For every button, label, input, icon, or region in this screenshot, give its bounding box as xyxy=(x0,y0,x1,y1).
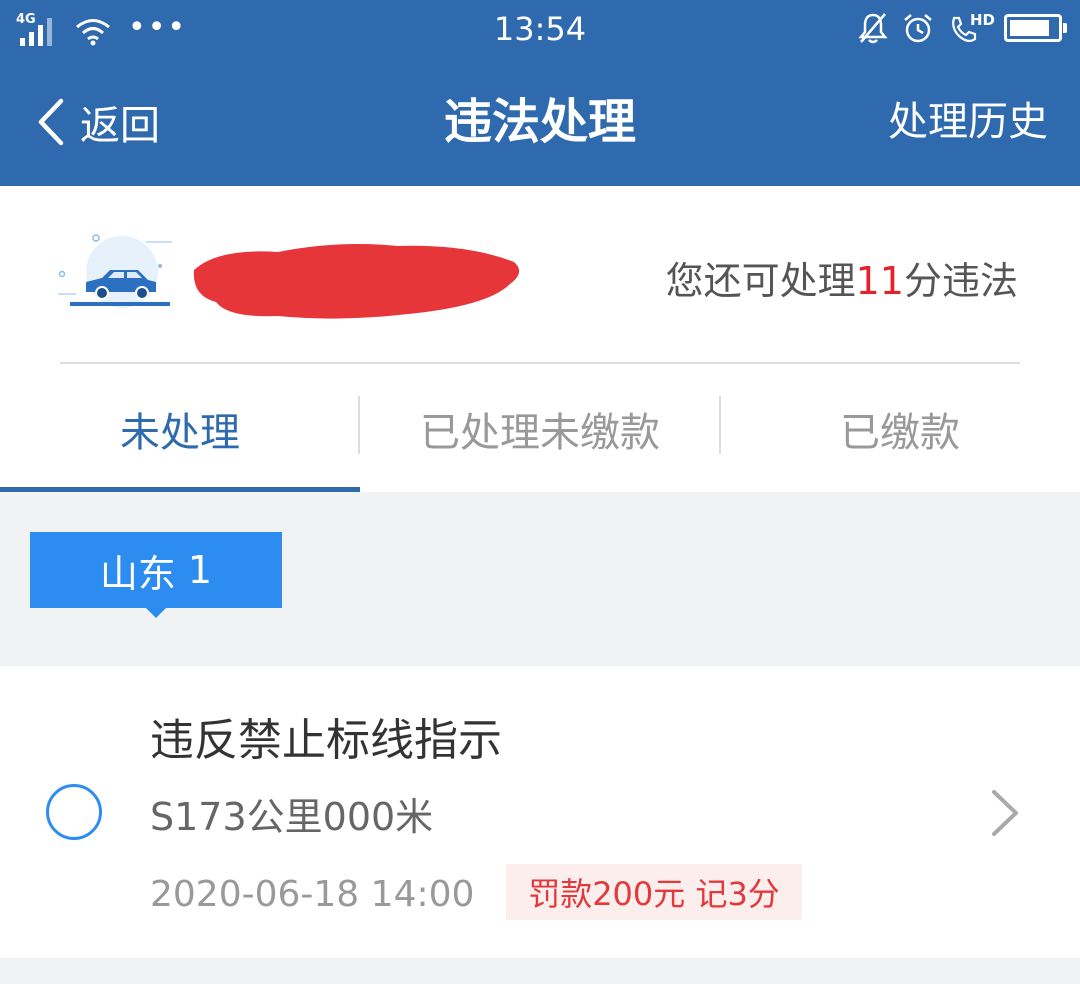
points-value: 11 xyxy=(855,259,904,303)
bell-off-icon xyxy=(858,13,888,44)
status-bar: 4G ••• 13:54 HD xyxy=(0,0,1080,60)
nav-bar: 返回 违法处理 处理历史 xyxy=(0,60,1080,186)
tab-divider xyxy=(719,396,721,454)
back-label: 返回 xyxy=(80,103,160,149)
plate-selector[interactable]: 山东 1 xyxy=(30,532,282,618)
chevron-right-icon xyxy=(992,790,1018,836)
tab-divider xyxy=(358,396,360,454)
app-header: 4G ••• 13:54 HD 返回 违法处理 处理历史 xyxy=(0,0,1080,186)
tab-processed-unpaid[interactable]: 已处理未缴款 xyxy=(360,366,720,492)
battery-icon xyxy=(1004,14,1067,42)
violation-location: S173公里000米 xyxy=(150,795,434,839)
car-icon xyxy=(58,234,172,308)
plate-suffix: 1 xyxy=(187,548,213,592)
back-button[interactable]: 返回 xyxy=(34,90,160,154)
divider xyxy=(60,362,1020,364)
redacted-plate xyxy=(193,244,520,319)
points-suffix: 分违法 xyxy=(903,259,1018,303)
plate-province: 山东 xyxy=(99,551,176,596)
history-button[interactable]: 处理历史 xyxy=(888,90,1048,154)
tab-unprocessed[interactable]: 未处理 xyxy=(0,366,360,492)
penalty-badge: 罚款200元 记3分 xyxy=(506,864,802,920)
chevron-left-icon xyxy=(38,98,64,146)
points-prefix: 您还可处理 xyxy=(665,259,856,303)
violation-time: 2020-06-18 14:00 xyxy=(150,874,475,915)
tab-paid[interactable]: 已缴款 xyxy=(720,366,1080,492)
select-radio[interactable] xyxy=(46,784,102,840)
status-tabs: 未处理 已处理未缴款 已缴款 xyxy=(0,366,1080,492)
remaining-points-text: 您还可处理11分违法 xyxy=(666,250,1018,305)
hd-label: HD xyxy=(970,11,996,29)
violation-card[interactable]: 违反禁止标线指示 S173公里000米 2020-06-18 14:00 罚款2… xyxy=(0,666,1080,958)
vehicle-info-panel: 您还可处理11分违法 xyxy=(0,186,1080,366)
violation-title: 违反禁止标线指示 xyxy=(150,715,502,766)
alarm-clock-icon xyxy=(904,14,932,43)
hd-call-icon: HD xyxy=(948,11,995,45)
